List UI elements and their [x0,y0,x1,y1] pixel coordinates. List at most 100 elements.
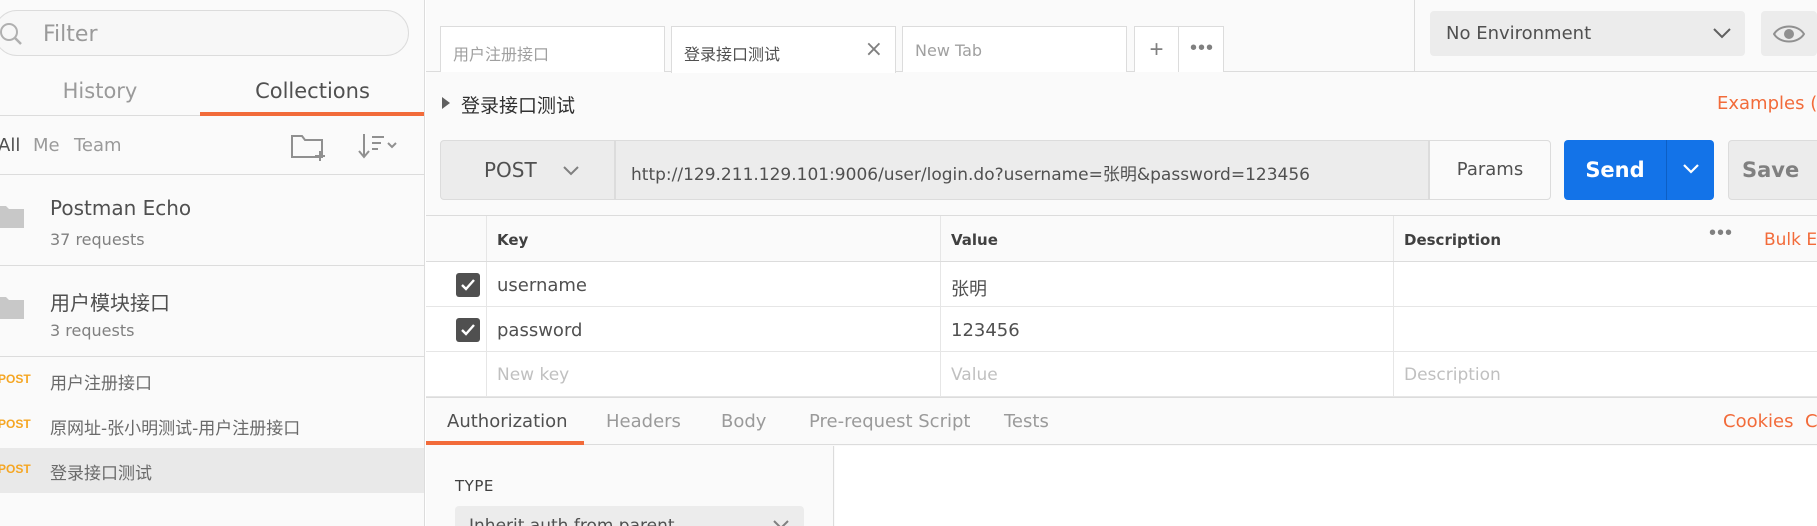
url-row: POST http://129.211.129.101:9006/user/lo… [440,140,1817,200]
url-input[interactable]: http://129.211.129.101:9006/user/login.d… [615,140,1429,200]
collection-name: 用户模块接口 [50,291,170,315]
method-badge: POST [0,417,31,431]
check-icon [461,279,475,291]
expand-triangle-icon[interactable] [442,97,450,109]
param-row: username 张明 [426,262,1817,307]
description-header-label: Description [1404,231,1502,249]
auth-type-select[interactable]: Inherit auth from parent [455,506,804,526]
environment-quick-look-button[interactable] [1761,11,1817,56]
request-name-row: 登录接口测试 Examples (0 [426,73,1817,131]
more-options-icon[interactable]: ••• [1709,222,1733,245]
param-description[interactable] [1393,262,1817,306]
auth-panel: TYPE Inherit auth from parent [426,446,834,526]
request-name: 原网址-张小明测试-用户注册接口 [50,419,301,439]
chevron-down-icon [773,520,789,526]
request-title[interactable]: 登录接口测试 [461,91,575,118]
tab-body[interactable]: Body [721,411,766,432]
checkbox-cell [426,307,486,351]
close-icon[interactable]: × [865,37,883,62]
params-button[interactable]: Params [1429,140,1551,200]
code-link[interactable]: C [1805,411,1817,432]
send-label: Send [1585,158,1645,182]
send-button[interactable]: Send [1564,140,1714,200]
param-checkbox[interactable] [456,318,480,342]
method-select[interactable]: POST [440,140,615,200]
folder-icon [0,297,24,319]
tab-collections[interactable]: Collections [200,76,424,116]
request-sub-tabs: Authorization Headers Body Pre-request S… [426,397,1817,445]
bulk-edit-link[interactable]: Bulk E [1764,230,1817,250]
checkbox-cell [426,352,486,396]
request-tab-active[interactable]: 登录接口测试 × [671,26,896,73]
checkbox-column-header [426,216,486,261]
new-key-input[interactable]: New key [486,352,940,396]
active-tab-indicator [426,441,584,445]
request-item[interactable]: POST 原网址-张小明测试-用户注册接口 [0,403,424,448]
checkbox-cell [426,262,486,306]
chevron-down-icon [563,166,579,176]
collection-count: 3 requests [50,321,135,340]
param-value[interactable]: 张明 [940,262,1393,306]
request-tab[interactable]: 用户注册接口 [440,26,665,72]
tab-tests[interactable]: Tests [1004,411,1049,432]
param-key[interactable]: username [486,262,940,306]
param-row-new: New key Value Description [426,352,1817,397]
collection-item[interactable]: Postman Echo 37 requests [0,176,424,266]
tab-actions: + ••• [1134,26,1224,72]
chevron-down-icon [1683,164,1699,174]
method-badge: POST [0,462,31,476]
new-description-input[interactable]: Description [1393,352,1817,396]
param-key[interactable]: password [486,307,940,351]
collection-filter-row: All Me Team [0,117,424,175]
value-header: Value [940,216,1393,261]
request-item-active[interactable]: POST 登录接口测试 [0,448,424,493]
auth-type-value: Inherit auth from parent [469,516,675,526]
collection-item[interactable]: 用户模块接口 3 requests [0,267,424,357]
new-collection-button[interactable] [290,129,330,163]
tab-authorization[interactable]: Authorization [447,411,568,432]
param-checkbox[interactable] [456,273,480,297]
chevron-down-icon [1713,28,1731,39]
sidebar-tabs: History Collections [0,70,424,116]
more-tabs-button[interactable]: ••• [1180,27,1224,72]
filter-team[interactable]: Team [74,135,122,156]
environment-value: No Environment [1446,23,1592,44]
param-description[interactable] [1393,307,1817,351]
filter-me[interactable]: Me [33,135,60,156]
filter-all[interactable]: All [0,135,20,156]
environment-area: No Environment [1414,0,1817,72]
main-panel: 用户注册接口 登录接口测试 × New Tab + ••• No Environ… [426,0,1817,526]
sort-icon [358,134,397,159]
request-item[interactable]: POST 用户注册接口 [0,358,424,403]
request-name: 用户注册接口 [50,374,152,394]
tab-pre-request-script[interactable]: Pre-request Script [809,411,970,432]
new-value-input[interactable]: Value [940,352,1393,396]
send-options-button[interactable] [1666,140,1714,200]
collection-count: 37 requests [50,230,145,249]
sort-button[interactable] [356,129,400,163]
examples-link[interactable]: Examples (0 [1717,93,1817,114]
search-icon [0,23,22,45]
tab-history[interactable]: History [0,76,200,116]
auth-type-label: TYPE [455,477,494,495]
new-folder-icon [291,135,325,161]
params-table: Key Value Description ••• Bulk E usernam… [426,215,1817,397]
filter-input[interactable] [43,19,383,49]
eye-icon [1773,25,1805,43]
cookies-link[interactable]: Cookies [1723,411,1793,432]
request-tab-bar: 用户注册接口 登录接口测试 × New Tab + ••• No Environ… [426,0,1817,73]
tab-headers[interactable]: Headers [606,411,681,432]
folder-icon [0,206,24,228]
request-tab[interactable]: New Tab [902,26,1127,72]
collection-name: Postman Echo [50,196,192,220]
save-button[interactable]: Save [1728,140,1817,200]
environment-select[interactable]: No Environment [1430,11,1745,56]
filter-box[interactable] [0,10,409,56]
request-name: 登录接口测试 [50,464,152,484]
tab-label: 登录接口测试 [684,45,781,64]
new-tab-button[interactable]: + [1135,27,1179,72]
param-value[interactable]: 123456 [940,307,1393,351]
key-header: Key [486,216,940,261]
method-badge: POST [0,372,31,386]
auth-detail-panel [835,446,1817,526]
